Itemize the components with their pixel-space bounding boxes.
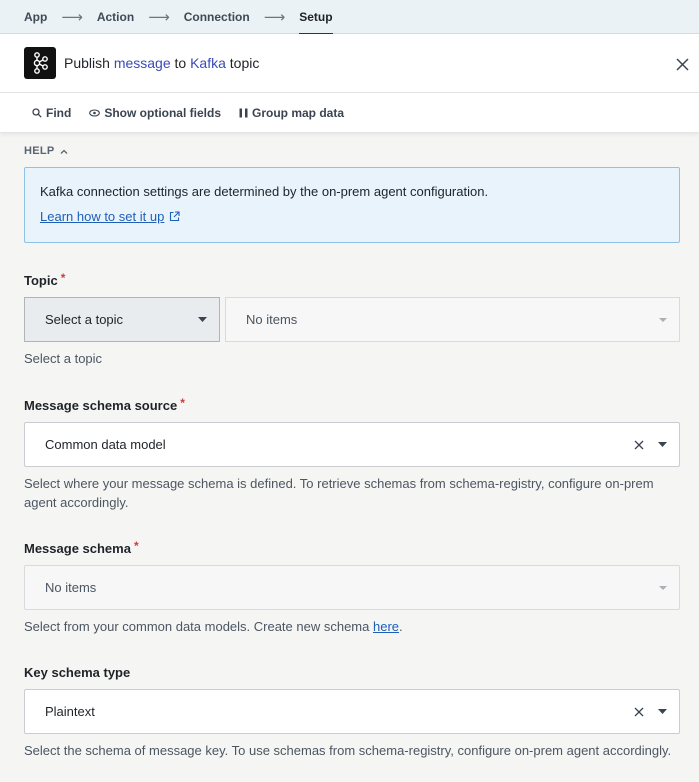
caret-down-icon <box>659 585 667 590</box>
required-marker: * <box>180 395 185 410</box>
message-schema-value: No items <box>45 580 97 595</box>
title-mid: to <box>174 55 187 71</box>
message-schema-hint-end: . <box>399 619 403 634</box>
help-link-label: Learn how to set it up <box>40 209 165 224</box>
topic-select[interactable]: Select a topic <box>24 297 220 342</box>
message-schema-select[interactable]: No items <box>24 565 680 610</box>
breadcrumb-app[interactable]: App <box>24 0 47 34</box>
caret-down-icon <box>198 317 207 322</box>
group-icon <box>239 108 248 117</box>
eye-icon <box>89 108 101 117</box>
topic-hint: Select a topic <box>24 351 103 366</box>
help-text: Kafka connection settings are determined… <box>40 184 489 199</box>
topic-field: Topic * Select a topic No items Select a… <box>24 270 680 368</box>
help-link[interactable]: Learn how to set it up <box>40 209 180 224</box>
close-icon <box>675 57 689 71</box>
breadcrumb-action[interactable]: Action <box>97 0 134 34</box>
chevron-up-icon <box>60 149 68 154</box>
message-schema-hint-text: Select from your common data models. Cre… <box>24 619 370 634</box>
key-schema-label: Key schema type <box>24 665 680 680</box>
key-schema-label-text: Key schema type <box>24 665 131 680</box>
help-panel: Kafka connection settings are determined… <box>24 167 680 243</box>
action-header: Publish message to Kafka topic <box>0 34 699 93</box>
search-icon <box>32 107 42 118</box>
action-title: Publish message to Kafka topic <box>64 55 259 71</box>
topic-label-text: Topic <box>24 273 58 288</box>
find-button[interactable]: Find <box>32 106 71 120</box>
setup-form: HELP Kafka connection settings are deter… <box>0 145 699 760</box>
caret-down-icon <box>659 318 667 322</box>
help-toggle[interactable]: HELP <box>24 145 680 157</box>
find-label: Find <box>46 105 72 120</box>
message-schema-label: Message schema * <box>24 538 680 557</box>
message-schema-hint: Select from your common data models. Cre… <box>24 617 680 636</box>
kafka-logo-icon <box>24 47 56 79</box>
schema-source-hint: Select where your message schema is defi… <box>24 476 654 510</box>
key-schema-hint: Select the schema of message key. To use… <box>24 743 672 758</box>
schema-source-select[interactable]: Common data model <box>24 422 680 467</box>
show-optional-fields-button[interactable]: Show optional fields <box>89 106 221 120</box>
arrow-right-icon: ⟶ <box>148 8 170 26</box>
clear-button[interactable] <box>634 440 644 450</box>
key-schema-value: Plaintext <box>45 704 95 719</box>
arrow-right-icon: ⟶ <box>263 8 286 26</box>
help-toggle-label: HELP <box>24 145 55 157</box>
breadcrumb-connection[interactable]: Connection <box>184 0 250 34</box>
title-prefix: Publish <box>64 55 110 71</box>
show-optional-label: Show optional fields <box>104 105 221 120</box>
toolbar: Find Show optional fields Group map data <box>0 93 699 133</box>
breadcrumb: App ⟶ Action ⟶ Connection ⟶ Setup <box>0 0 699 35</box>
topic-select-value: Select a topic <box>45 312 124 327</box>
key-schema-select[interactable]: Plaintext <box>24 689 680 734</box>
clear-icon <box>634 707 644 716</box>
schema-source-value: Common data model <box>45 437 166 452</box>
required-marker: * <box>60 270 66 285</box>
topic-label: Topic * <box>24 270 680 289</box>
schema-source-label: Message schema source * <box>24 395 680 414</box>
key-schema-field: Key schema type Plaintext Select the sch… <box>24 665 680 760</box>
caret-down-icon <box>658 442 667 447</box>
schema-source-label-text: Message schema source <box>24 398 178 413</box>
required-marker: * <box>133 538 139 553</box>
caret-down-icon <box>658 709 667 714</box>
external-link-icon <box>170 211 180 222</box>
breadcrumb-setup[interactable]: Setup <box>299 0 333 35</box>
title-object-pill: message <box>113 55 171 71</box>
arrow-right-icon: ⟶ <box>61 8 83 26</box>
schema-source-field: Message schema source * Common data mode… <box>24 395 680 512</box>
title-app-pill: Kafka <box>190 55 226 71</box>
create-schema-link[interactable]: here <box>373 619 399 634</box>
message-schema-field: Message schema * No items Select from yo… <box>24 538 680 636</box>
topic-items-select[interactable]: No items <box>225 297 680 342</box>
topic-items-value: No items <box>246 312 298 327</box>
group-map-data-label: Group map data <box>252 105 345 120</box>
clear-button[interactable] <box>634 707 644 717</box>
message-schema-label-text: Message schema <box>24 541 131 556</box>
title-suffix: topic <box>229 55 260 71</box>
close-button[interactable] <box>671 53 693 75</box>
group-map-data-button[interactable]: Group map data <box>239 106 344 120</box>
clear-icon <box>634 440 644 449</box>
